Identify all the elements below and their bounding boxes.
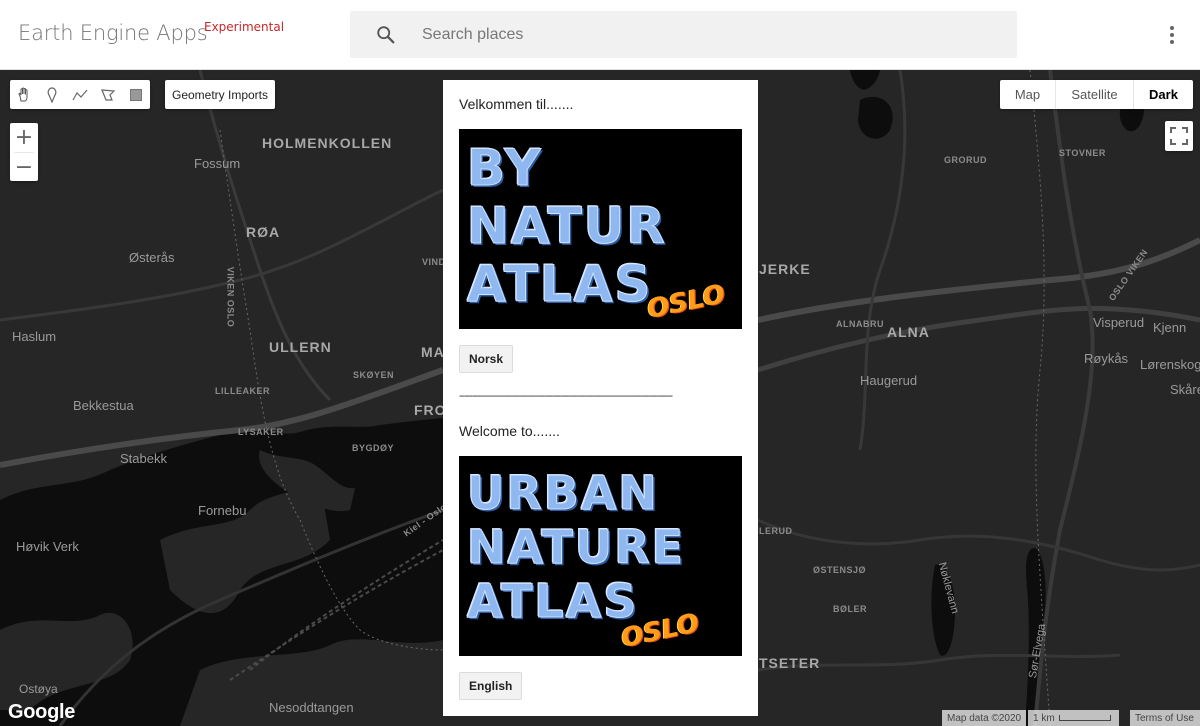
welcome-panel: Velkommen til....... BY NATUR ATLAS OSLO… [443, 80, 758, 716]
map-label: Lørenskog [1140, 357, 1200, 372]
map-label: Nesoddtangen [269, 700, 354, 715]
map-label: Østerås [129, 250, 175, 265]
polygon-icon[interactable] [94, 80, 122, 109]
map-label: STOVNER [1059, 148, 1106, 158]
map-label: ULLERN [269, 339, 332, 355]
urban-nature-atlas-logo: URBAN NATURE ATLAS OSLO [459, 456, 742, 656]
panel-separator: ----------------------------------------… [459, 390, 673, 402]
app-header: Earth Engine Apps Experimental [0, 0, 1200, 70]
norsk-button[interactable]: Norsk [459, 345, 514, 373]
marker-icon[interactable] [38, 80, 66, 109]
english-button[interactable]: English [459, 672, 523, 700]
map-label: Visperud [1093, 315, 1145, 330]
map-label: VIKEN OSLO [225, 266, 236, 328]
map-label: FRO [414, 402, 447, 418]
map-label: JERKE [759, 261, 811, 277]
map-label: Høvik Verk [16, 539, 79, 554]
rectangle-icon[interactable] [122, 80, 150, 109]
experimental-badge: Experimental [204, 20, 285, 34]
banner-line: ATLAS [466, 574, 639, 629]
map-label: LYSAKER [238, 427, 284, 437]
terms-of-use-link[interactable]: Terms of Use [1130, 710, 1200, 726]
app-title[interactable]: Earth Engine Apps [18, 21, 208, 45]
greeting-norwegian: Velkommen til....... [459, 96, 574, 112]
scale-label: 1 km [1033, 712, 1055, 724]
map-label: LERUD [759, 526, 793, 536]
search-input[interactable] [422, 11, 1002, 58]
map-label: LILLEAKER [215, 386, 270, 396]
map-label: RØA [246, 224, 281, 240]
map-label: TSETER [759, 655, 821, 671]
map-canvas[interactable]: HOLMENKOLLEN Fossum RØA Østerås VIND Has… [0, 70, 1200, 726]
banner-line: BY [467, 139, 543, 198]
google-logo[interactable]: Google [8, 701, 75, 724]
greeting-english: Welcome to....... [459, 423, 560, 439]
banner-line: NATUR [467, 197, 667, 256]
more-vert-icon[interactable] [1160, 23, 1184, 47]
map-label: HOLMENKOLLEN [262, 135, 393, 151]
map-label: GRORUD [944, 155, 987, 165]
drawing-tools [10, 80, 150, 109]
map-type-map[interactable]: Map [1000, 80, 1056, 109]
by-natur-atlas-logo: BY NATUR ATLAS OSLO [459, 129, 742, 329]
map-label: MA [421, 344, 445, 360]
map-label: Fossum [194, 156, 241, 171]
banner-line: URBAN [467, 466, 659, 521]
fullscreen-button[interactable] [1165, 121, 1193, 151]
map-label: ØSTENSJØ [813, 565, 867, 575]
scale-bar[interactable]: 1 km [1028, 710, 1119, 726]
search-box[interactable] [350, 11, 1017, 58]
map-type-dark[interactable]: Dark [1134, 80, 1193, 109]
map-label: Røykås [1084, 351, 1129, 366]
map-type-satellite[interactable]: Satellite [1056, 80, 1134, 109]
map-label: Ostøya [19, 682, 58, 696]
fullscreen-icon [1170, 127, 1188, 145]
map-label: Skåre [1170, 382, 1200, 397]
pan-hand-icon[interactable] [10, 80, 38, 109]
map-label: VIND [422, 257, 446, 267]
map-label: ALNABRU [836, 319, 884, 329]
scale-line [1058, 715, 1111, 721]
map-label: Bekkestua [73, 398, 134, 413]
map-label: SKØYEN [353, 370, 395, 380]
zoom-in-button[interactable]: + [10, 123, 38, 152]
oslo-graffiti: OSLO [644, 279, 728, 325]
line-icon[interactable] [66, 80, 94, 109]
map-label: Haslum [12, 329, 57, 344]
map-label: BYGDØY [352, 443, 395, 453]
map-label: Stabekk [120, 451, 167, 466]
map-data-attribution[interactable]: Map data ©2020 [942, 710, 1027, 726]
zoom-control: + − [10, 123, 38, 181]
map-label: ALNA [887, 324, 930, 340]
geometry-imports-button[interactable]: Geometry Imports [165, 80, 275, 109]
map-type-control: Map Satellite Dark [1000, 80, 1193, 109]
map-label: Kjenn [1153, 320, 1187, 335]
banner-line: ATLAS [467, 255, 653, 314]
banner-line: NATURE [466, 520, 686, 575]
map-label: BØLER [833, 604, 867, 614]
map-label: Haugerud [860, 373, 918, 388]
map-label: Fornebu [198, 503, 247, 518]
zoom-out-button[interactable]: − [10, 153, 38, 182]
search-icon[interactable] [375, 24, 397, 46]
